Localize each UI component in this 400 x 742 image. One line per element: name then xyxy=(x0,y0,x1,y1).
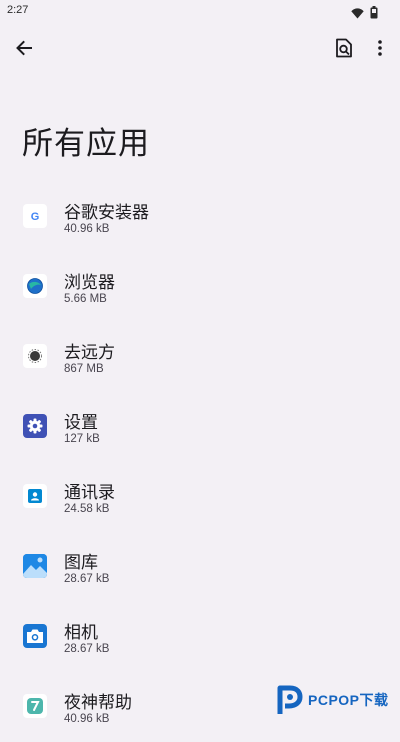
app-list: G 谷歌安装器 40.96 kB 浏览器 5.66 MB 去远方 867 MB xyxy=(0,182,400,742)
top-app-bar xyxy=(0,24,400,72)
arrow-back-icon xyxy=(16,40,32,56)
app-name: 去远方 xyxy=(64,343,115,363)
app-name: 相机 xyxy=(64,623,98,643)
app-name: 设置 xyxy=(64,413,98,433)
wifi-icon xyxy=(351,4,364,23)
app-size: 24.58 kB xyxy=(64,503,110,515)
app-list-item[interactable]: 浏览器 5.66 MB xyxy=(0,252,400,322)
app-size: 127 kB xyxy=(64,433,100,445)
app-list-item[interactable]: 去远方 867 MB xyxy=(0,322,400,392)
more-options-button[interactable] xyxy=(366,34,394,62)
app-name: 通讯录 xyxy=(64,483,115,503)
status-bar: 2:27 xyxy=(0,0,400,24)
page-title: 所有应用 xyxy=(22,126,150,162)
camera-icon xyxy=(23,624,47,648)
app-list-item[interactable]: 图库 28.67 kB xyxy=(0,532,400,602)
app-size: 40.96 kB xyxy=(64,713,110,725)
google-installer-icon: G xyxy=(23,204,47,228)
pcpop-logo-icon xyxy=(277,685,303,714)
contacts-icon xyxy=(23,484,47,508)
app-size: 28.67 kB xyxy=(64,573,110,585)
app-list-item[interactable]: 相机 28.67 kB xyxy=(0,602,400,672)
search-apps-button[interactable] xyxy=(330,34,358,62)
status-icons xyxy=(351,4,378,23)
app-name: 图库 xyxy=(64,553,98,573)
svg-text:G: G xyxy=(31,211,40,223)
app-name: 谷歌安装器 xyxy=(64,203,149,223)
app-size: 5.66 MB xyxy=(64,293,107,305)
app-list-item[interactable]: G 谷歌安装器 40.96 kB xyxy=(0,182,400,252)
pcpop-watermark: PCPOP下载 xyxy=(276,682,398,718)
app-name: 夜神帮助 xyxy=(64,693,132,713)
browser-icon xyxy=(23,274,47,298)
app-name: 浏览器 xyxy=(64,273,115,293)
app-size: 28.67 kB xyxy=(64,643,110,655)
search-in-page-icon xyxy=(336,38,352,58)
app-list-item[interactable]: 设置 127 kB xyxy=(0,392,400,462)
settings-gear-icon xyxy=(23,414,47,438)
battery-icon xyxy=(370,4,378,23)
gallery-icon xyxy=(23,554,47,578)
app-list-item[interactable]: 通讯录 24.58 kB xyxy=(0,462,400,532)
nox-help-icon xyxy=(23,694,47,718)
app-size: 867 MB xyxy=(64,363,104,375)
status-time: 2:27 xyxy=(7,4,29,16)
quyuanfang-icon xyxy=(23,344,47,368)
more-vert-icon xyxy=(378,40,382,56)
watermark-text: PCPOP下载 xyxy=(308,692,389,708)
app-size: 40.96 kB xyxy=(64,223,110,235)
back-button[interactable] xyxy=(10,34,38,62)
